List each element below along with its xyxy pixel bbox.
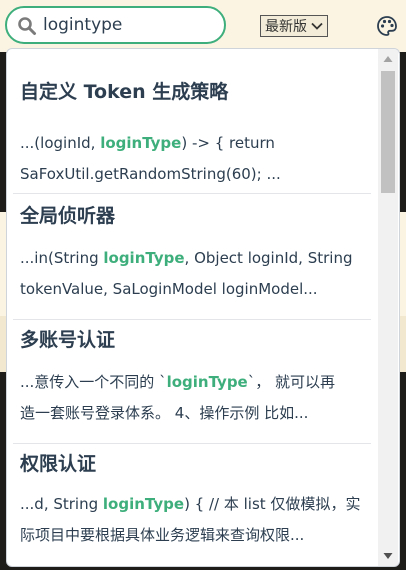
version-select[interactable]: 最新版 — [260, 15, 328, 37]
version-select-label: 最新版 — [265, 19, 307, 35]
navbar: 最新版 — [0, 0, 406, 52]
suggestion-item[interactable]: 权限认证 ...d, String loginType) { // 本 list… — [13, 443, 371, 557]
suggestion-title: 全局侦听器 — [20, 205, 116, 227]
suggestion-title: 权限认证 — [20, 453, 97, 475]
suggestion-excerpt: ...d, String loginType) { // 本 list 仅做模拟… — [20, 495, 361, 544]
search-input[interactable] — [43, 12, 218, 38]
suggestion-excerpt: ...(loginId, loginType) -> { return SaFox… — [20, 134, 281, 183]
scroll-down-arrow-icon[interactable] — [383, 552, 393, 560]
palette-icon[interactable] — [376, 15, 398, 37]
search-icon — [18, 17, 36, 35]
search-suggestions: 自定义 Token 生成策略 ...(loginId, loginType) -… — [6, 48, 400, 567]
suggestion-item[interactable]: 多账号认证 ...意传入一个不同的 `loginType`， 就可以再 造一套账号… — [13, 319, 371, 444]
suggestion-excerpt: ...in(String loginType, Object loginId, … — [20, 249, 353, 298]
suggestion-title: 自定义 Token 生成策略 — [20, 81, 229, 103]
chevron-down-icon — [311, 22, 323, 30]
suggestions-scrollbar[interactable] — [378, 49, 398, 566]
suggestion-item[interactable]: 全局侦听器 ...in(String loginType, Object log… — [13, 193, 371, 320]
suggestion-excerpt: ...意传入一个不同的 `loginType`， 就可以再 造一套账号登录体系。 … — [20, 373, 336, 422]
scrollbar-thumb[interactable] — [381, 71, 395, 193]
suggestion-item[interactable]: 自定义 Token 生成策略 ...(loginId, loginType) -… — [13, 59, 371, 194]
search-box[interactable] — [5, 6, 226, 44]
scroll-up-arrow-icon[interactable] — [383, 55, 393, 63]
suggestion-title: 多账号认证 — [20, 329, 116, 351]
